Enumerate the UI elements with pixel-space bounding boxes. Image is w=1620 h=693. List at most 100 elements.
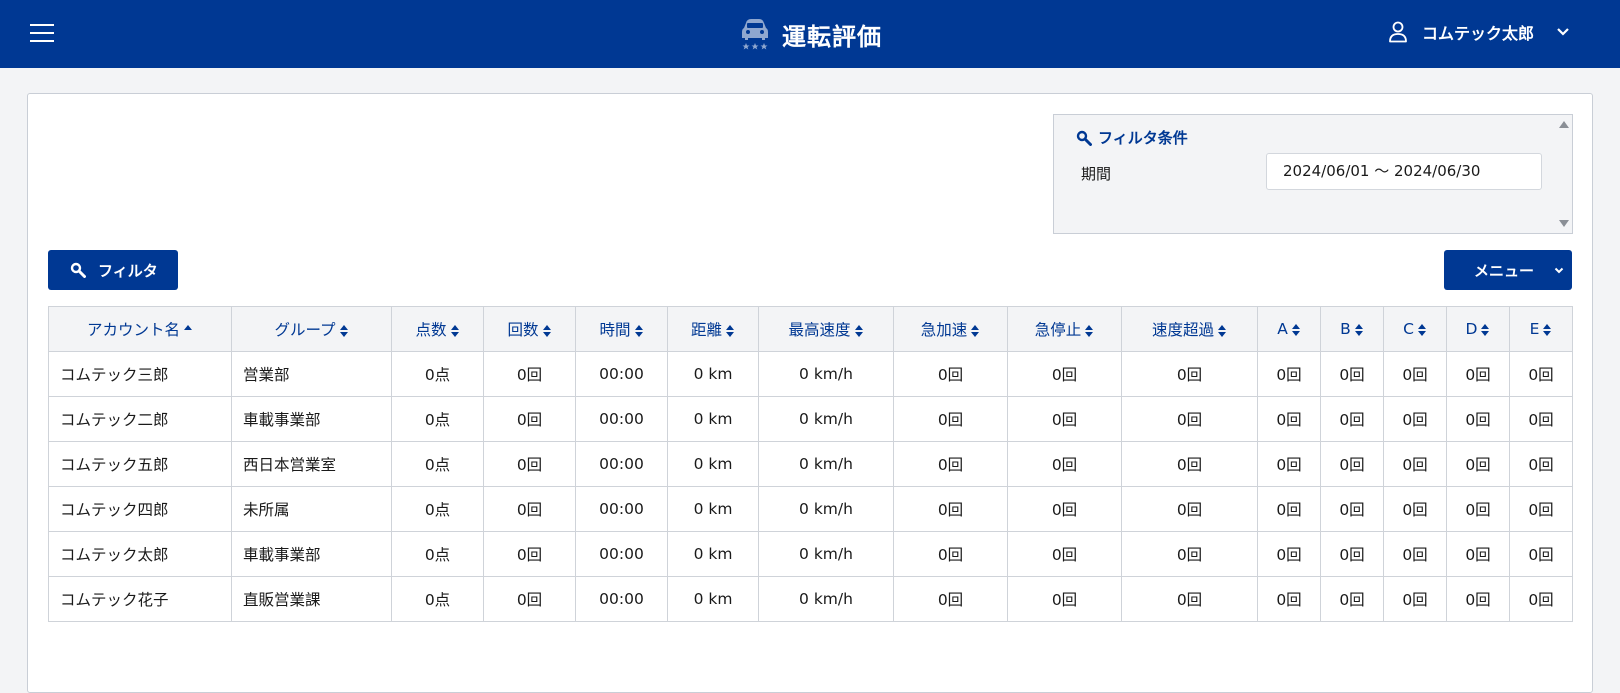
account-name-cell: コムテック三郎 [48, 351, 232, 397]
table-cell: 0回 [1320, 441, 1384, 487]
column-header-group[interactable]: グループ [231, 306, 392, 352]
table-cell: 0回 [1383, 441, 1447, 487]
table-cell: 0回 [893, 531, 1008, 577]
menu-button[interactable]: メニュー [1444, 250, 1572, 290]
table-cell: 0回 [483, 396, 576, 442]
sort-icon [1291, 323, 1301, 337]
table-cell: 0回 [1007, 576, 1122, 622]
table-cell: 0回 [893, 441, 1008, 487]
filter-conditions-title: フィルタ条件 [1076, 127, 1188, 148]
table-cell: 0回 [483, 531, 576, 577]
table-cell: 0回 [893, 396, 1008, 442]
sort-icon [1085, 324, 1094, 338]
table-cell: 0回 [1121, 441, 1258, 487]
table-cell: 0回 [1121, 396, 1258, 442]
sort-icon [854, 324, 864, 338]
column-header-distance[interactable]: 距離 [667, 306, 759, 352]
page-title: 運転評価 [782, 22, 882, 51]
table-cell: 0 km/h [758, 396, 894, 442]
table-row[interactable]: コムテック四郎 未所属 0点 0回 00:00 0 km 0 km/h 0回 0回 0回 0回 0回 0… [48, 486, 1573, 532]
column-header-speeding[interactable]: 速度超過 [1121, 306, 1258, 352]
table-row[interactable]: コムテック五郎 西日本営業室 0点 0回 00:00 0 km 0 km/h 0回 0回 0回 0回… [48, 441, 1573, 487]
filter-conditions-box: フィルタ条件 期間 2024/06/01 〜 2024/06/30 [1053, 114, 1573, 234]
column-header-e[interactable]: E [1509, 306, 1573, 352]
table-cell: 0回 [1320, 351, 1384, 397]
table-row[interactable]: コムテック二郎 車載事業部 0点 0回 00:00 0 km 0 km/h 0回 0回 0回 0回 0… [48, 396, 1573, 442]
table-cell: 0回 [1257, 531, 1321, 577]
sort-icon [1417, 323, 1427, 337]
table-cell: 0回 [1446, 531, 1510, 577]
table-cell: 00:00 [575, 531, 668, 577]
table-cell: 0回 [1320, 486, 1384, 532]
column-header-sudden-acceleration[interactable]: 急加速 [893, 306, 1008, 352]
table-cell: 0 km [667, 576, 759, 622]
table-cell: 0回 [1383, 576, 1447, 622]
table-cell: 0点 [391, 531, 484, 577]
column-header-time[interactable]: 時間 [575, 306, 668, 352]
table-cell: 0回 [893, 576, 1008, 622]
table-cell: 0回 [483, 486, 576, 532]
table-cell: 0回 [1320, 576, 1384, 622]
column-header-a[interactable]: A [1257, 306, 1321, 352]
hamburger-menu-icon[interactable] [30, 24, 54, 43]
group-cell: 未所属 [231, 486, 392, 532]
column-header-sudden-stop[interactable]: 急停止 [1007, 306, 1122, 352]
table-cell: 0 km/h [758, 441, 894, 487]
table-cell: 0回 [483, 441, 576, 487]
table-row[interactable]: コムテック三郎 営業部 0点 0回 00:00 0 km 0 km/h 0回 0回 0回 0回 0回 0… [48, 351, 1573, 397]
table-cell: 0回 [1007, 486, 1122, 532]
table-row[interactable]: コムテック花子 直販営業課 0点 0回 00:00 0 km 0 km/h 0回 0回 0回 0回 0… [48, 576, 1573, 622]
column-header-max-speed[interactable]: 最高速度 [758, 306, 894, 352]
sort-icon [1354, 323, 1364, 337]
account-name-cell: コムテック二郎 [48, 396, 232, 442]
user-menu[interactable]: コムテック太郎 [1388, 20, 1570, 44]
period-field[interactable]: 2024/06/01 〜 2024/06/30 [1266, 153, 1542, 190]
table-cell: 0 km/h [758, 531, 894, 577]
column-header-b[interactable]: B [1320, 306, 1384, 352]
menu-button-label: メニュー [1474, 261, 1535, 280]
table-cell: 0 km/h [758, 486, 894, 532]
table-cell: 00:00 [575, 486, 668, 532]
table-cell: 0回 [1509, 531, 1573, 577]
table-cell: 0回 [1121, 486, 1258, 532]
table-cell: 0 km [667, 351, 759, 397]
search-icon [70, 262, 86, 278]
sort-icon [1218, 324, 1227, 338]
table-row[interactable]: コムテック太郎 車載事業部 0点 0回 00:00 0 km 0 km/h 0回 0回 0回 0回 0… [48, 531, 1573, 577]
table-cell: 0回 [1320, 531, 1384, 577]
table-cell: 0回 [1383, 351, 1447, 397]
table-cell: 0 km [667, 531, 759, 577]
table-cell: 0回 [483, 576, 576, 622]
column-header-d[interactable]: D [1446, 306, 1510, 352]
table-cell: 0 km [667, 441, 759, 487]
table-cell: 0回 [1383, 486, 1447, 532]
table-cell: 0回 [1121, 576, 1258, 622]
table-cell: 0回 [1257, 351, 1321, 397]
column-header-account[interactable]: アカウント名 [48, 306, 232, 352]
filter-button[interactable]: フィルタ [48, 250, 178, 290]
scroll-down-arrow[interactable] [1559, 220, 1569, 227]
sort-icon [1481, 323, 1490, 337]
table-cell: 0回 [1257, 441, 1321, 487]
table-cell: 0 km/h [758, 351, 894, 397]
sort-icon [542, 324, 552, 338]
menu-dropdown-toggle[interactable] [1545, 250, 1572, 290]
table-cell: 0点 [391, 351, 484, 397]
sort-icon [339, 324, 349, 338]
table-cell: 0 km/h [758, 576, 894, 622]
table-cell: 0回 [1446, 486, 1510, 532]
table-cell: 0回 [1509, 576, 1573, 622]
column-header-count[interactable]: 回数 [483, 306, 576, 352]
table-cell: 0回 [1446, 576, 1510, 622]
table-cell: 0 km [667, 486, 759, 532]
table-cell: 0回 [1509, 486, 1573, 532]
table-cell: 0回 [1509, 396, 1573, 442]
table-cell: 00:00 [575, 396, 668, 442]
column-header-c[interactable]: C [1383, 306, 1447, 352]
account-name-cell: コムテック花子 [48, 576, 232, 622]
column-header-score[interactable]: 点数 [391, 306, 484, 352]
table-cell: 0回 [1007, 396, 1122, 442]
table-cell: 0回 [1007, 351, 1122, 397]
sort-icon [450, 324, 460, 338]
scroll-up-arrow[interactable] [1559, 121, 1569, 128]
